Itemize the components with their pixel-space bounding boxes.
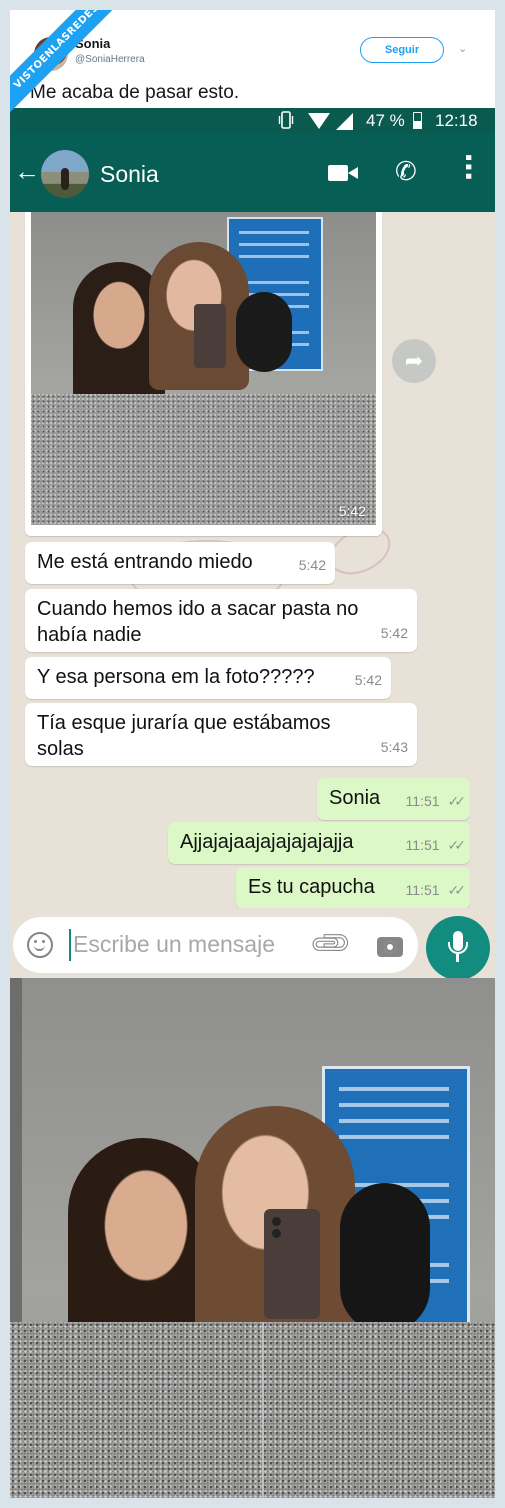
- message-bubble-outgoing[interactable]: Sonia 11:51 ✓✓: [317, 778, 470, 820]
- message-text: Y esa persona em la foto?????: [37, 666, 315, 688]
- phone-status-bar: 47 % 12:18: [10, 108, 495, 134]
- message-bubble-outgoing[interactable]: Ajjajajaajajajajajajja 11:51 ✓✓: [168, 822, 470, 864]
- message-time: 5:43: [380, 739, 408, 755]
- message-input[interactable]: Escribe un mensaje 📎︎: [13, 917, 418, 973]
- message-bubble[interactable]: Me está entrando miedo 5:42: [25, 542, 335, 584]
- message-time: 5:42: [338, 503, 366, 519]
- photo-phone: [194, 304, 226, 368]
- enlarged-photo: [10, 978, 495, 1498]
- message-input-placeholder[interactable]: Escribe un mensaje: [73, 931, 275, 958]
- microphone-icon-stem: [456, 954, 459, 962]
- more-vertical-icon[interactable]: ⋯: [453, 153, 484, 181]
- photo-hood: [340, 1183, 430, 1333]
- wifi-icon: [308, 113, 330, 129]
- message-time-with-receipt: 11:51 ✓✓: [405, 793, 467, 809]
- chevron-down-icon[interactable]: ⌄: [458, 42, 467, 55]
- photo-thumbnail[interactable]: 5:42: [31, 212, 376, 525]
- message-bubble[interactable]: Y esa persona em la foto????? 5:42: [25, 657, 391, 699]
- text-caret: [69, 929, 71, 961]
- follow-button[interactable]: Seguir: [360, 37, 444, 63]
- double-check-icon: ✓✓: [447, 882, 467, 898]
- double-check-icon: ✓✓: [447, 793, 467, 809]
- message-time-with-receipt: 11:51 ✓✓: [405, 837, 467, 853]
- message-time: 5:42: [298, 557, 326, 573]
- message-text: Es tu capucha: [248, 876, 375, 898]
- screenshot-frame: VISTOENLASREDES Sonia @SoniaHerrera Segu…: [10, 10, 495, 1498]
- phone-icon[interactable]: ✆: [395, 156, 417, 187]
- double-check-icon: ✓✓: [447, 837, 467, 853]
- microphone-button[interactable]: [426, 916, 490, 980]
- message-time: 5:42: [380, 625, 408, 641]
- emoji-icon[interactable]: [27, 932, 53, 958]
- photo-message[interactable]: 5:42: [25, 212, 382, 536]
- message-bubble[interactable]: Tía esque juraría que estábamos solas 5:…: [25, 703, 417, 766]
- battery-icon: [413, 112, 422, 129]
- battery-percentage: 47 %: [366, 111, 405, 130]
- message-bubble-outgoing[interactable]: Es tu capucha 11:51 ✓✓: [236, 867, 470, 909]
- message-text: Tía esque juraría que estábamos solas: [37, 712, 331, 760]
- camera-icon[interactable]: [377, 937, 403, 957]
- message-time-with-receipt: 11:51 ✓✓: [405, 882, 467, 898]
- message-text: Sonia: [329, 787, 381, 809]
- vibrate-icon: [278, 111, 294, 129]
- photo-hood: [236, 292, 292, 372]
- message-text: Me está entrando miedo: [37, 551, 253, 573]
- paperclip-icon[interactable]: 📎︎: [307, 919, 355, 967]
- contact-avatar[interactable]: [41, 150, 89, 198]
- tweet-author-handle[interactable]: @SoniaHerrera: [75, 54, 145, 65]
- video-camera-icon[interactable]: [328, 165, 358, 181]
- photo-granite: [31, 393, 376, 525]
- photo-granite: [10, 1322, 495, 1498]
- tweet-text: Me acaba de pasar esto.: [30, 82, 240, 103]
- photo-phone: [264, 1209, 320, 1319]
- chat-header: ← Sonia ✆ ⋯: [10, 134, 495, 212]
- signal-icon: [336, 113, 353, 130]
- microphone-icon-base: [448, 942, 468, 954]
- message-text: Ajjajajaajajajajajajja: [180, 831, 354, 853]
- status-time: 12:18: [435, 111, 478, 130]
- forward-icon[interactable]: ➦: [392, 339, 436, 383]
- message-text: Cuando hemos ido a sacar pasta no había …: [37, 598, 359, 646]
- message-time: 5:42: [354, 672, 382, 688]
- arrow-left-icon[interactable]: ←: [14, 158, 40, 184]
- message-composer: Escribe un mensaje 📎︎: [10, 908, 495, 982]
- message-bubble[interactable]: Cuando hemos ido a sacar pasta no había …: [25, 589, 417, 652]
- chat-area[interactable]: 5:42 ➦ Me está entrando miedo 5:42 Cuand…: [10, 212, 495, 982]
- contact-name[interactable]: Sonia: [100, 161, 159, 188]
